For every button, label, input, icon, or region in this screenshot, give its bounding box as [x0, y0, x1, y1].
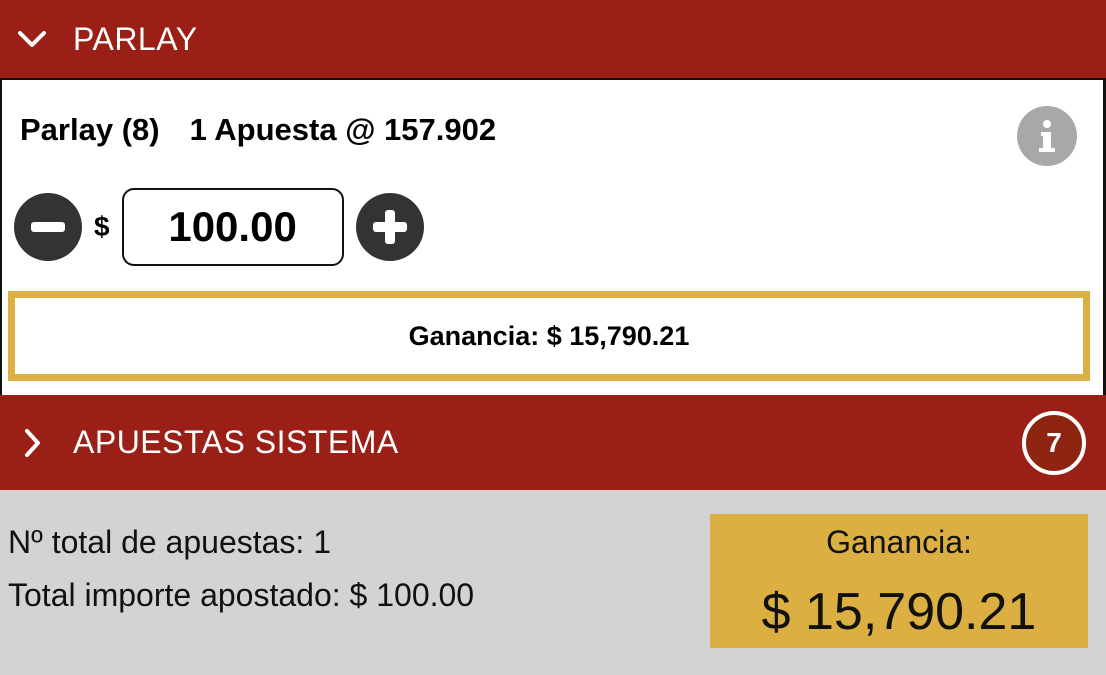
total-gain-box: Ganancia: $ 15,790.21 [710, 514, 1088, 648]
plus-circle-icon [357, 195, 422, 259]
increase-stake-button[interactable] [355, 193, 424, 261]
decrease-stake-button[interactable] [14, 193, 82, 261]
stake-currency: $ [94, 211, 110, 242]
total-bets-text: Nº total de apuestas: 1 [8, 524, 331, 560]
info-icon[interactable] [1017, 106, 1077, 166]
chevron-right-icon[interactable] [17, 428, 47, 458]
chevron-down-icon[interactable] [17, 24, 47, 54]
parlay-label: Parlay (8) [20, 112, 160, 147]
sistema-section-title: APUESTAS SISTEMA [73, 424, 399, 460]
parlay-panel: Parlay (8) 1 Apuesta @ 157.902 $ Gananci… [0, 78, 1106, 395]
stake-row: $ [14, 188, 424, 266]
stake-input[interactable] [121, 188, 344, 266]
parlay-gain-box: Ganancia: $ 15,790.21 [8, 291, 1090, 381]
sistema-count: 7 [1046, 427, 1062, 458]
total-staked-text: Total importe apostado: $ 100.00 [8, 577, 475, 613]
total-gain-value: $ 15,790.21 [761, 583, 1037, 641]
parlay-gain-text: Ganancia: $ 15,790.21 [408, 320, 690, 351]
minus-circle-icon [16, 195, 80, 259]
sistema-section-header[interactable]: APUESTAS SISTEMA 7 [0, 395, 1106, 490]
bet-odds-summary: 1 Apuesta @ 157.902 [189, 112, 497, 147]
parlay-summary-line: Parlay (8) 1 Apuesta @ 157.902 [20, 112, 496, 148]
total-gain-label: Ganancia: [826, 524, 972, 560]
parlay-section-header[interactable]: PARLAY [0, 0, 1106, 78]
sistema-count-badge: 7 [1022, 411, 1086, 475]
bet-summary-panel: Nº total de apuestas: 1 Total importe ap… [0, 490, 1106, 675]
parlay-section-title: PARLAY [73, 20, 198, 57]
